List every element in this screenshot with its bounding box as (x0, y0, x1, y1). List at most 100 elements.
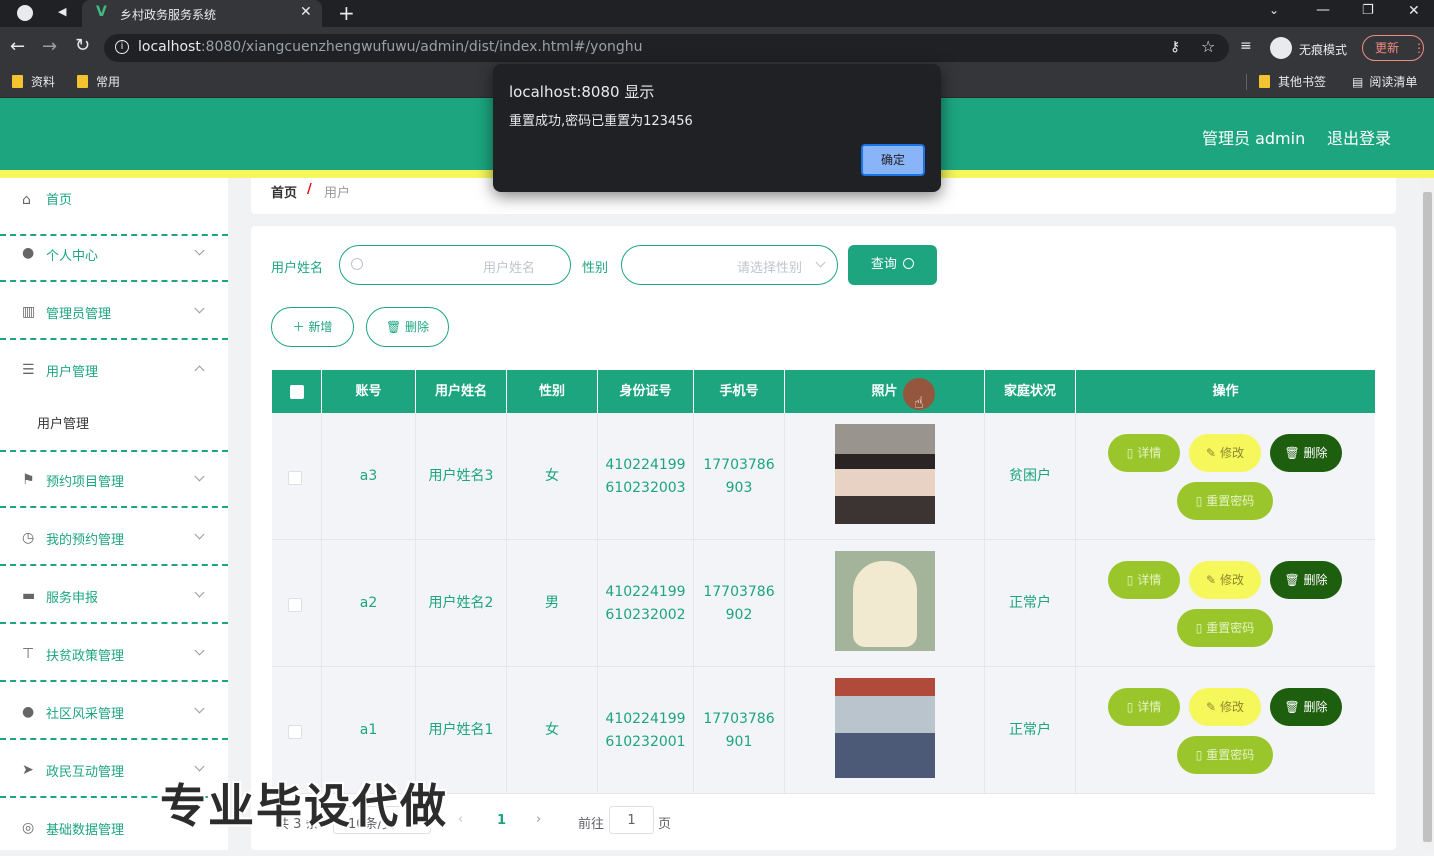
browser-tab[interactable]: V 乡村政务服务系统 ✕ (82, 0, 322, 27)
other-bookmarks[interactable]: 其他书签 (1259, 73, 1326, 90)
edit-button[interactable]: ✎ 修改 (1189, 561, 1261, 599)
reset-password-button[interactable]: ▯ 重置密码 (1177, 609, 1273, 647)
dialog-ok-button[interactable]: 确定 (861, 144, 925, 176)
detail-button[interactable]: ▯ 详情 (1108, 434, 1180, 472)
gender-select[interactable]: 请选择性别 (621, 245, 838, 285)
edit-button[interactable]: ✎ 修改 (1189, 434, 1261, 472)
sidebar-item-label: 社区风采管理 (46, 707, 125, 722)
tab-search-icon[interactable]: ⌄ (1269, 3, 1279, 17)
delete-button[interactable]: 🗑 删除 (1270, 561, 1342, 599)
tab-close-icon[interactable]: ✕ (300, 4, 312, 20)
new-tab-icon[interactable]: + (338, 1, 355, 25)
reading-list-icon[interactable]: ≡ (1240, 38, 1252, 54)
document-icon: ▯ (1195, 494, 1203, 508)
gender-cell: 男 (507, 540, 598, 667)
sidebar-item-service-report[interactable]: ▬ 服务申报 (0, 566, 228, 624)
browser-tab-bar: ◀ V 乡村政务服务系统 ✕ + ⌄ — ❐ ✕ (0, 0, 1434, 27)
books-icon: ▥ (22, 304, 36, 320)
sidebar-item-label: 个人中心 (46, 249, 99, 264)
ops-cell (1076, 540, 1375, 667)
page-number[interactable]: 1 (497, 813, 506, 828)
user-photo[interactable] (835, 678, 935, 778)
sidebar-item-user-manage[interactable]: ☰ 用户管理 用户管理 (0, 340, 228, 452)
id-cell: 410224199 610232001 (598, 667, 694, 794)
minimize-icon[interactable]: — (1316, 2, 1330, 18)
chevron-down-icon (194, 303, 205, 314)
reset-password-button[interactable]: ▯ 重置密码 (1177, 736, 1273, 774)
prev-page-icon[interactable]: ‹ (458, 812, 463, 827)
sidebar-item-admin-manage[interactable]: ▥ 管理员管理 (0, 282, 228, 340)
edit-button[interactable]: ✎ 修改 (1189, 688, 1261, 726)
chevron-down-icon (815, 257, 826, 268)
forward-icon[interactable]: → (42, 36, 57, 57)
sidebar-item-personal-center[interactable]: ● 个人中心 (0, 224, 228, 282)
goto-page-input[interactable]: 1 (609, 806, 654, 834)
sidebar-item-label: 政民互动管理 (46, 765, 125, 780)
sidebar-item-appointment-project[interactable]: ⚑ 预约项目管理 (0, 450, 228, 508)
bear-illustration (853, 561, 917, 647)
select-all-checkbox[interactable] (290, 385, 304, 399)
close-window-icon[interactable]: ✕ (1408, 3, 1420, 19)
bookmark-item[interactable]: 常用 (77, 73, 120, 90)
pencil-icon: ✎ (1206, 573, 1217, 587)
add-button[interactable]: ＋ 新增 (271, 307, 354, 347)
delete-selected-button[interactable]: 🗑 删除 (366, 307, 449, 347)
name-cell: 用户姓名3 (416, 413, 507, 540)
bookmark-divider (1246, 74, 1247, 90)
row-checkbox[interactable] (288, 598, 302, 612)
query-button[interactable]: 查询 (848, 245, 937, 285)
sidebar-item-label: 基础数据管理 (46, 823, 125, 838)
ops-cell (1076, 413, 1375, 540)
user-photo[interactable] (835, 551, 935, 651)
chevron-down-icon (194, 245, 205, 256)
column-header: 手机号 (694, 370, 785, 413)
detail-button[interactable]: ▯ 详情 (1108, 688, 1180, 726)
gender-cell: 女 (507, 413, 598, 540)
update-button[interactable]: 更新 ⋮ (1362, 35, 1425, 61)
reload-icon[interactable]: ↻ (75, 35, 90, 56)
search-name-label: 用户姓名 (271, 261, 324, 276)
search-name-input[interactable]: 用户姓名 (339, 245, 571, 285)
reading-list[interactable]: ▤ 阅读清单 (1352, 73, 1417, 90)
document-icon: ▯ (1126, 446, 1134, 460)
info-icon[interactable]: i (115, 40, 129, 54)
document-icon: ▯ (1126, 573, 1134, 587)
row-checkbox[interactable] (288, 471, 302, 485)
search-gender-label: 性别 (582, 261, 609, 276)
logout-link[interactable]: 退出登录 (1327, 125, 1391, 149)
trash-icon: 🗑 (1284, 700, 1300, 714)
delete-button[interactable]: 🗑 删除 (1270, 688, 1342, 726)
dialog-title: localhost:8080 显示 (509, 83, 655, 101)
account-cell: a2 (322, 540, 416, 667)
breadcrumb-separator: / (307, 182, 312, 197)
alert-dialog: localhost:8080 显示 重置成功,密码已重置为123456 确定 (493, 64, 941, 192)
column-header: 身份证号 (598, 370, 694, 413)
sidebar-item-my-appointment[interactable]: ◷ 我的预约管理 (0, 508, 228, 566)
next-page-icon[interactable]: › (536, 812, 541, 827)
admin-label: 管理员 admin (1202, 129, 1306, 148)
sidebar-subitem-user-manage[interactable]: 用户管理 (37, 413, 89, 432)
id-cell: 410224199 610232003 (598, 413, 694, 540)
sidebar-item-community-style[interactable]: ● 社区风采管理 (0, 682, 228, 740)
user-photo[interactable] (835, 424, 935, 524)
sidebar-item-poverty-policy[interactable]: ⊤ 扶贫政策管理 (0, 624, 228, 682)
back-icon[interactable]: ← (10, 36, 25, 57)
bookmark-item[interactable]: 资料 (12, 73, 55, 90)
detail-button[interactable]: ▯ 详情 (1108, 561, 1180, 599)
column-header: 用户姓名 (416, 370, 507, 413)
flag-icon: ⚑ (22, 472, 35, 488)
breadcrumb-home[interactable]: 首页 (271, 182, 297, 201)
phone-cell: 17703786 901 (694, 667, 785, 794)
key-icon[interactable]: ⚷ (1170, 39, 1180, 55)
restore-icon[interactable]: ❐ (1362, 3, 1374, 18)
mute-icon[interactable]: ◀ (58, 5, 66, 18)
reset-password-button[interactable]: ▯ 重置密码 (1177, 482, 1273, 520)
star-icon[interactable]: ☆ (1201, 37, 1215, 56)
home-icon: ⌂ (22, 192, 31, 208)
document-icon: ▯ (1195, 748, 1203, 762)
delete-button[interactable]: 🗑 删除 (1270, 434, 1342, 472)
row-checkbox[interactable] (288, 725, 302, 739)
incognito-label: 无痕模式 (1299, 43, 1348, 57)
vue-logo-icon: V (96, 4, 107, 20)
scrollbar-thumb[interactable] (1423, 192, 1432, 842)
